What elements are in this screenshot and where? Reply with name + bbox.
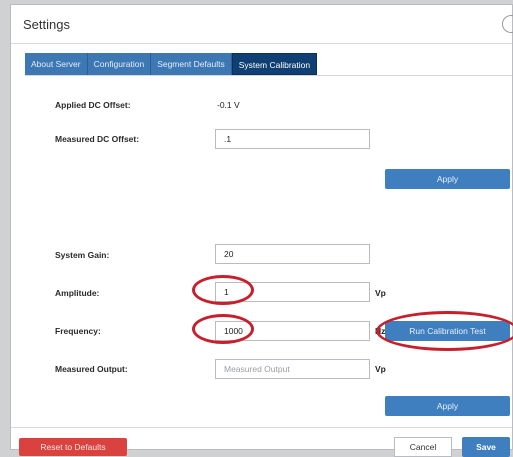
- amplitude-unit: Vp: [375, 288, 386, 298]
- measured-output-unit: Vp: [375, 364, 386, 374]
- system-gain-field[interactable]: 20: [215, 244, 370, 264]
- amplitude-highlight: [192, 275, 254, 305]
- measured-output-label: Measured Output:: [55, 364, 128, 374]
- dialog-footer: Reset to Defaults Cancel Save: [11, 427, 512, 457]
- save-button[interactable]: Save: [462, 437, 510, 457]
- measured-dc-offset-field[interactable]: .1: [215, 129, 370, 149]
- tab-about-server[interactable]: About Server: [25, 53, 88, 75]
- dialog-title: Settings: [23, 17, 70, 32]
- apply-dc-offset-button[interactable]: Apply: [385, 169, 510, 189]
- reset-to-defaults-button[interactable]: Reset to Defaults: [19, 438, 127, 456]
- tab-system-calibration[interactable]: System Calibration: [231, 53, 318, 75]
- measured-output-field[interactable]: Measured Output: [215, 359, 370, 379]
- tab-configuration[interactable]: Configuration: [87, 53, 152, 75]
- dialog-titlebar: Settings: [11, 5, 513, 44]
- cancel-button[interactable]: Cancel: [394, 437, 452, 457]
- settings-dialog: Settings About Server Configuration Segm…: [10, 4, 513, 457]
- applied-dc-offset-label: Applied DC Offset:: [55, 100, 131, 110]
- amplitude-label: Amplitude:: [55, 288, 100, 298]
- tab-segment-defaults[interactable]: Segment Defaults: [151, 53, 232, 75]
- run-test-highlight: [376, 311, 513, 351]
- system-gain-label: System Gain:: [55, 250, 110, 260]
- frequency-label: Frequency:: [55, 326, 101, 336]
- apply-calibration-button[interactable]: Apply: [385, 396, 510, 416]
- applied-dc-offset-value: -0.1 V: [217, 100, 240, 110]
- measured-dc-offset-label: Measured DC Offset:: [55, 134, 140, 144]
- close-icon[interactable]: [502, 15, 513, 33]
- frequency-highlight: [192, 314, 254, 344]
- tab-bar: About Server Configuration Segment Defau…: [25, 53, 318, 75]
- system-calibration-panel: Applied DC Offset: -0.1 V Measured DC Of…: [25, 75, 513, 426]
